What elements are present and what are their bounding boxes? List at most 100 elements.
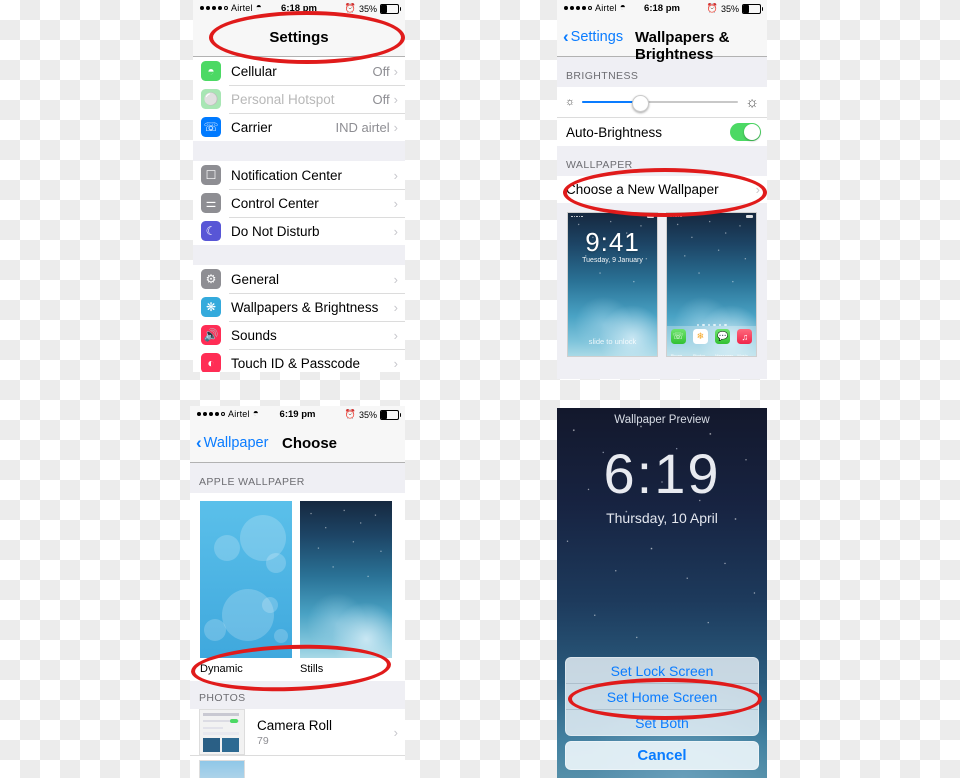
back-button[interactable]: ‹ Settings <box>563 27 624 47</box>
set-both-button[interactable]: Set Both <box>566 709 758 735</box>
battery-icon <box>380 409 401 420</box>
row-value: IND airtel <box>335 119 390 135</box>
sidebar-item-touch-id-passcode[interactable]: ◐ Touch ID & Passcode › <box>193 349 405 372</box>
sun-small-icon: ☼ <box>565 96 576 108</box>
album-thumbnail <box>199 760 245 778</box>
tile-caption: Stills <box>300 663 324 675</box>
back-button-label: Wallpaper <box>203 435 269 451</box>
status-bar-right: ⏰ 35% <box>706 3 763 14</box>
sidebar-item-wallpapers-brightness[interactable]: ❋ Wallpapers & Brightness › <box>193 293 405 321</box>
app-label: Photos <box>692 353 706 357</box>
chevron-right-icon: › <box>393 271 398 287</box>
preview-time: 6:19 <box>603 442 721 505</box>
page-title: Settings <box>269 29 329 46</box>
status-bar: Airtel ◓ 6:18 pm ⏰ 35% <box>193 0 405 20</box>
row-label: General <box>231 271 280 287</box>
control-center-icon: ⚌ <box>201 193 221 213</box>
sidebar-item-sounds[interactable]: 🔊 Sounds › <box>193 321 405 349</box>
messages-icon: 💬 <box>715 329 731 344</box>
panel-choose-wallpaper: Airtel ◓ 6:19 pm ⏰ 35% ‹ Wallpaper Choos… <box>190 406 405 778</box>
set-lock-screen-button[interactable]: Set Lock Screen <box>566 658 758 683</box>
wallpaper-section-header: WALLPAPER <box>557 146 767 176</box>
slide-to-unlock-label: slide to unlock <box>588 337 637 346</box>
back-button-label: Settings <box>570 29 624 45</box>
phone-icon: ☏ <box>201 117 221 137</box>
nav-bar-wallpapers: ‹ Settings Wallpapers & Brightness <box>557 20 767 63</box>
back-button[interactable]: ‹ Wallpaper <box>196 433 269 453</box>
app-photos[interactable]: ❄ Photos <box>692 329 708 357</box>
cancel-button[interactable]: Cancel <box>565 741 759 770</box>
row-value: Off <box>372 91 390 107</box>
brightness-slider-row[interactable]: ☼ ☼ <box>557 87 767 117</box>
alarm-icon: ⏰ <box>344 3 356 13</box>
battery-percent: 35% <box>358 3 377 14</box>
tile-caption: Dynamic <box>200 663 243 675</box>
brightness-slider[interactable] <box>582 94 739 112</box>
battery-percent: 35% <box>720 3 739 14</box>
auto-brightness-label: Auto-Brightness <box>566 124 663 140</box>
preview-title: Wallpaper Preview <box>614 414 710 426</box>
lock-screen-preview[interactable]: 9:41 Tuesday, 9 January slide to unlock <box>567 212 658 357</box>
photo-album-title: Camera Roll <box>257 717 333 733</box>
page-title: Wallpapers & Brightness <box>635 29 730 63</box>
sidebar-item-control-center[interactable]: ⚌ Control Center › <box>193 189 405 217</box>
photos-icon: ❄ <box>692 329 708 344</box>
camera-roll-thumbnail <box>199 709 245 755</box>
preview-date: Thursday, 10 April <box>606 510 718 526</box>
chevron-right-icon: › <box>393 327 398 343</box>
moon-icon: ☾ <box>201 221 221 241</box>
battery-percent: 35% <box>358 409 377 420</box>
action-sheet: Set Lock Screen Set Home Screen Set Both… <box>565 657 759 770</box>
app-music[interactable]: ♫ Music <box>737 329 753 357</box>
sidebar-item-notification-center[interactable]: ☐ Notification Center › <box>193 161 405 189</box>
list-item-partial[interactable] <box>190 755 405 778</box>
cellular-icon: ◓ <box>201 61 221 81</box>
sidebar-item-general[interactable]: ⚙ General › <box>193 265 405 293</box>
preview-time: 9:41 <box>585 227 640 257</box>
status-bar: Airtel ◓ 6:19 pm ⏰ 35% <box>190 406 405 426</box>
choose-new-wallpaper-row[interactable]: Choose a New Wallpaper › <box>557 176 767 203</box>
wallpaper-tile-stills[interactable]: Stills <box>300 501 392 675</box>
row-label: Personal Hotspot <box>231 91 335 107</box>
alarm-icon: ⏰ <box>706 3 718 13</box>
brightness-slider-thumb[interactable] <box>632 94 650 112</box>
speaker-icon: 🔊 <box>201 325 221 345</box>
sidebar-item-personal-hotspot[interactable]: ⚪ Personal Hotspot Off › <box>193 85 405 113</box>
list-item-camera-roll[interactable]: Camera Roll 79 › <box>190 709 405 755</box>
status-bar-right: ⏰ 35% <box>344 3 401 14</box>
app-label: Phone <box>670 353 683 357</box>
battery-icon <box>380 3 401 14</box>
chevron-right-icon: › <box>755 182 760 197</box>
auto-brightness-row[interactable]: Auto-Brightness <box>557 117 767 146</box>
page-dots <box>667 323 756 326</box>
home-screen-preview[interactable]: ☏ Phone ❄ Photos 💬 Messages ♫ Music <box>666 212 757 357</box>
sidebar-item-do-not-disturb[interactable]: ☾ Do Not Disturb › <box>193 217 405 245</box>
preview-status-bar <box>667 213 756 220</box>
row-label: Notification Center <box>231 167 343 183</box>
chevron-right-icon: › <box>393 223 398 239</box>
chevron-left-icon: ‹ <box>563 27 569 47</box>
wallpaper-tile-dynamic[interactable]: Dynamic <box>200 501 292 675</box>
set-home-screen-button[interactable]: Set Home Screen <box>566 683 758 709</box>
group-separator <box>193 141 405 161</box>
sidebar-item-carrier[interactable]: ☏ Carrier IND airtel › <box>193 113 405 141</box>
row-label: Control Center <box>231 195 319 211</box>
phone-icon: ☏ <box>670 329 686 344</box>
notification-center-icon: ☐ <box>201 165 221 185</box>
apple-wallpaper-header: APPLE WALLPAPER <box>190 463 405 493</box>
settings-group-connectivity: ◓ Cellular Off › ⚪ Personal Hotspot Off … <box>193 57 405 141</box>
app-messages[interactable]: 💬 Messages <box>715 329 733 356</box>
nav-bar-settings: Settings <box>193 20 405 57</box>
app-label: Music <box>737 353 748 357</box>
chevron-right-icon: › <box>393 119 398 135</box>
gear-icon: ⚙ <box>201 269 221 289</box>
app-phone[interactable]: ☏ Phone <box>670 329 686 357</box>
settings-group-notifications: ☐ Notification Center › ⚌ Control Center… <box>193 161 405 245</box>
fingerprint-icon: ◐ <box>201 353 221 372</box>
chevron-left-icon: ‹ <box>196 433 202 453</box>
nav-bar-choose: ‹ Wallpaper Choose <box>190 426 405 463</box>
alarm-icon: ⏰ <box>344 409 356 419</box>
choose-new-wallpaper-label: Choose a New Wallpaper <box>566 182 719 197</box>
sidebar-item-cellular[interactable]: ◓ Cellular Off › <box>193 57 405 85</box>
auto-brightness-toggle[interactable] <box>730 123 761 141</box>
